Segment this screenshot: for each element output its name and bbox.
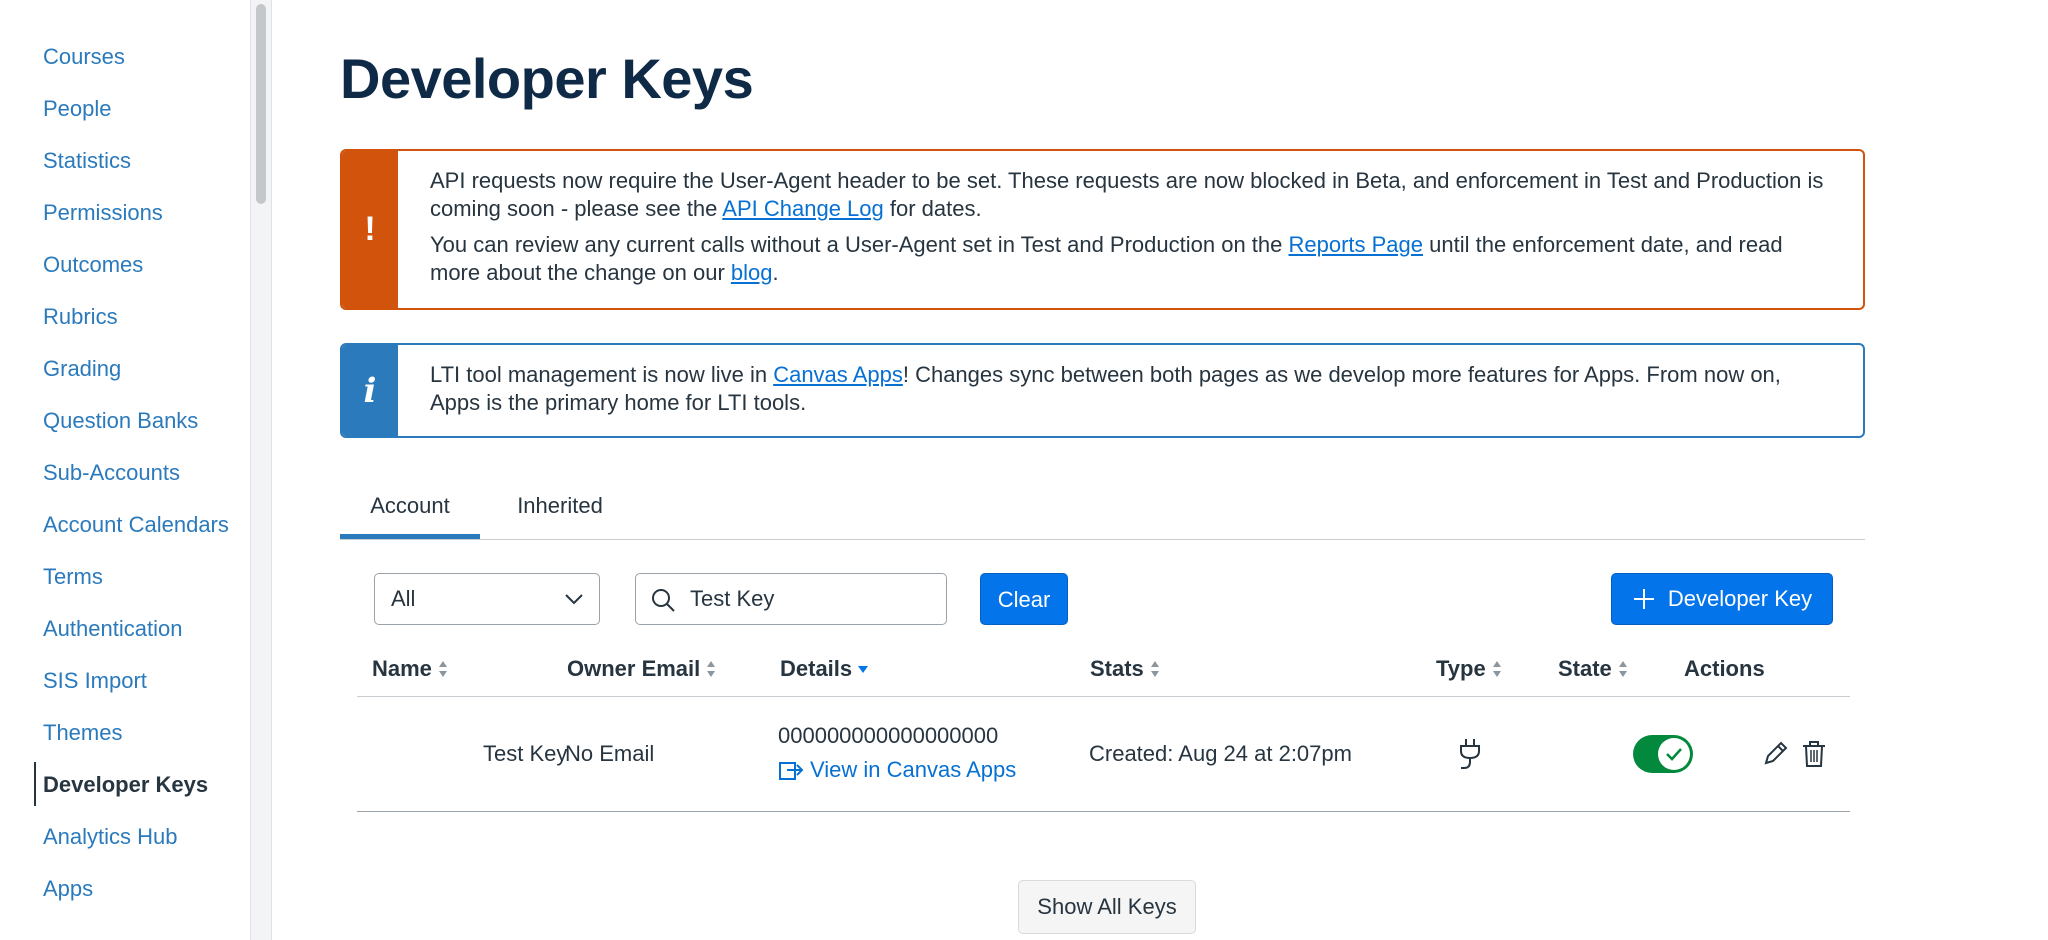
warning-paragraph-2: You can review any current calls without… <box>430 231 1833 287</box>
column-header-type[interactable]: Type <box>1436 656 1502 682</box>
column-header-details[interactable]: Details <box>780 656 869 682</box>
column-header-name[interactable]: Name <box>372 656 448 682</box>
sort-icon <box>1150 661 1159 677</box>
add-developer-key-label: Developer Key <box>1667 586 1813 611</box>
sidebar-scrollbar[interactable] <box>251 0 272 940</box>
nav-item-themes[interactable]: Themes <box>0 714 250 766</box>
nav-item-rubrics[interactable]: Rubrics <box>0 298 250 350</box>
toggle-knob <box>1658 738 1690 770</box>
nav-item-terms[interactable]: Terms <box>0 558 250 610</box>
table-row: Test Key No Email 000000000000000000 Vie… <box>357 697 1850 812</box>
nav-item-permissions[interactable]: Permissions <box>0 194 250 246</box>
info-alert: i LTI tool management is now live in Can… <box>340 343 1865 438</box>
column-header-type-label: Type <box>1436 656 1486 681</box>
key-owner-email: No Email <box>565 741 655 766</box>
chevron-down-icon <box>565 594 583 605</box>
table-header: Name Owner Email Details Stats Type Stat… <box>357 650 1850 697</box>
key-state-toggle[interactable] <box>1633 735 1693 773</box>
nav-item-account-calendars[interactable]: Account Calendars <box>0 506 250 558</box>
checkmark-icon <box>1666 748 1682 761</box>
nav-item-courses[interactable]: Courses <box>0 38 250 90</box>
warning-alert-body: API requests now require the User-Agent … <box>398 151 1863 308</box>
column-header-details-label: Details <box>780 656 853 681</box>
nav-item-grading[interactable]: Grading <box>0 350 250 402</box>
warning-text: for dates. <box>883 196 982 221</box>
clear-button[interactable]: Clear <box>980 573 1068 625</box>
view-in-canvas-apps-label: View in Canvas Apps <box>810 757 1017 782</box>
sort-icon <box>1492 661 1501 677</box>
search-icon <box>652 589 675 612</box>
warning-alert: ! API requests now require the User-Agen… <box>340 149 1865 310</box>
sort-icon <box>1618 661 1627 677</box>
info-paragraph: LTI tool management is now live in Canva… <box>430 361 1833 417</box>
tab-account[interactable]: Account <box>340 480 480 539</box>
nav-item-outcomes[interactable]: Outcomes <box>0 246 250 298</box>
reports-page-link[interactable]: Reports Page <box>1288 232 1423 257</box>
view-in-canvas-apps-link[interactable]: View in Canvas Apps <box>778 757 1016 783</box>
nav-item-developer-keys[interactable]: Developer Keys <box>0 762 250 818</box>
exclamation-icon: ! <box>342 151 398 308</box>
show-all-keys-button[interactable]: Show All Keys <box>1018 880 1196 934</box>
key-id: 000000000000000000 <box>778 723 999 748</box>
column-header-name-label: Name <box>372 656 432 681</box>
key-type-select-value: All <box>391 586 416 611</box>
nav-list: Courses People Statistics Permissions Ou… <box>0 38 250 922</box>
key-type-select[interactable]: All <box>374 573 600 625</box>
column-header-stats[interactable]: Stats <box>1090 656 1160 682</box>
api-change-log-link[interactable]: API Change Log <box>722 196 883 221</box>
column-header-actions-label: Actions <box>1684 656 1765 681</box>
info-icon: i <box>342 345 398 436</box>
account-sidebar: Courses People Statistics Permissions Ou… <box>0 0 251 940</box>
page-title: Developer Keys <box>340 47 754 110</box>
nav-item-analytics-hub[interactable]: Analytics Hub <box>0 818 250 870</box>
info-text: LTI tool management is now live in <box>430 362 774 387</box>
sort-icon <box>707 661 716 677</box>
plus-icon <box>1633 589 1654 609</box>
trash-icon[interactable] <box>1801 740 1827 768</box>
warning-text: . <box>772 260 779 285</box>
sidebar-scrollbar-thumb[interactable] <box>256 4 266 204</box>
tab-list: Account Inherited <box>340 480 1865 540</box>
nav-item-authentication[interactable]: Authentication <box>0 610 250 662</box>
edit-pencil-icon[interactable] <box>1761 740 1789 768</box>
nav-item-question-banks[interactable]: Question Banks <box>0 402 250 454</box>
external-link-icon <box>779 762 804 780</box>
column-header-owner-email[interactable]: Owner Email <box>567 656 716 682</box>
canvas-apps-link[interactable]: Canvas Apps <box>773 362 903 387</box>
info-alert-body: LTI tool management is now live in Canva… <box>398 345 1863 436</box>
blog-link[interactable]: blog <box>731 260 773 285</box>
column-header-state-label: State <box>1558 656 1612 681</box>
warning-text: You can review any current calls without… <box>430 232 1289 257</box>
column-header-actions: Actions <box>1684 656 1765 682</box>
nav-item-sis-import[interactable]: SIS Import <box>0 662 250 714</box>
key-stats: Created: Aug 24 at 2:07pm <box>1089 741 1352 766</box>
warning-paragraph-1: API requests now require the User-Agent … <box>430 167 1833 223</box>
search-field[interactable] <box>635 573 947 625</box>
plug-icon <box>1460 739 1480 769</box>
add-developer-key-button[interactable]: Developer Key <box>1611 573 1833 625</box>
column-header-state[interactable]: State <box>1558 656 1628 682</box>
key-name: Test Key <box>483 741 568 766</box>
sort-descending-icon <box>858 666 869 673</box>
search-input[interactable] <box>690 574 930 624</box>
nav-item-sub-accounts[interactable]: Sub-Accounts <box>0 454 250 506</box>
column-header-stats-label: Stats <box>1090 656 1144 681</box>
tab-inherited[interactable]: Inherited <box>508 480 612 536</box>
nav-item-apps[interactable]: Apps <box>0 870 250 922</box>
warning-text: API requests now require the User-Agent … <box>430 168 1824 221</box>
nav-item-statistics[interactable]: Statistics <box>0 142 250 194</box>
column-header-owner-email-label: Owner Email <box>567 656 701 681</box>
nav-item-people[interactable]: People <box>0 90 250 142</box>
sort-icon <box>438 661 447 677</box>
